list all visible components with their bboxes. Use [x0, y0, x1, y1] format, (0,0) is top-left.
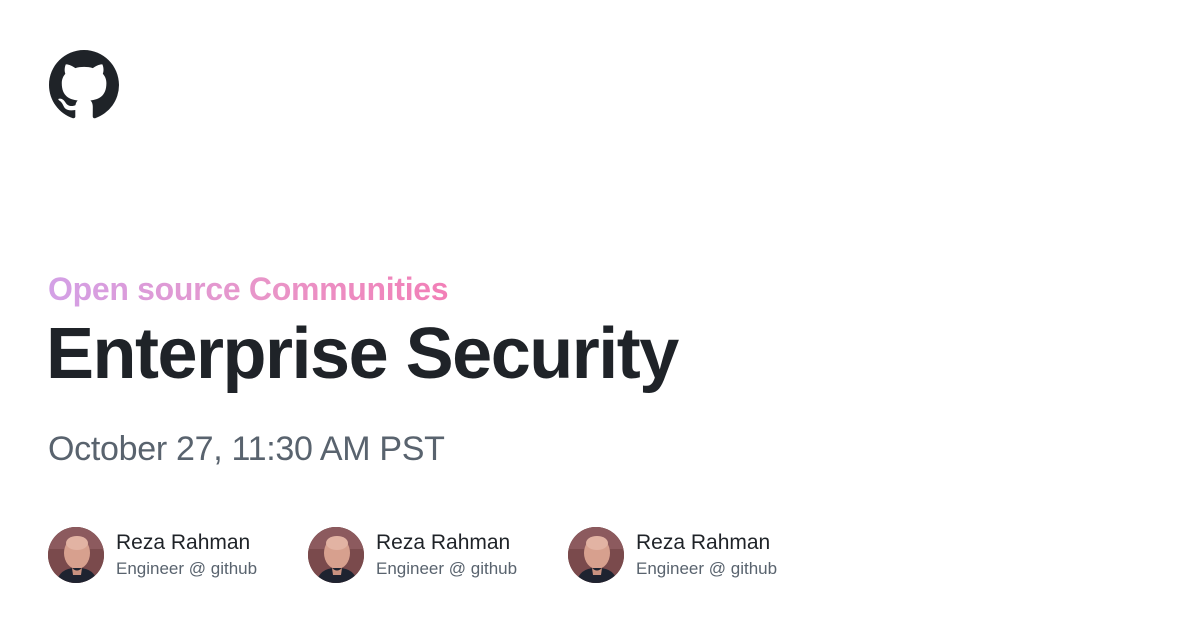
speaker-avatar	[308, 527, 364, 583]
speaker-name: Reza Rahman	[116, 531, 251, 554]
speaker-role: Engineer @ github	[376, 559, 518, 578]
speaker-name: Reza Rahman	[636, 531, 771, 554]
speaker-item: Reza Rahman Engineer @ github	[48, 527, 308, 583]
event-track: Open source Communities	[48, 271, 449, 307]
speaker-name: Reza Rahman	[376, 531, 511, 554]
speaker-list: Reza Rahman Engineer @ github Reza Rahma…	[48, 527, 828, 583]
event-card: Open source Communities Enterprise Secur…	[0, 0, 1200, 630]
speaker-item: Reza Rahman Engineer @ github	[308, 527, 568, 583]
event-datetime: October 27, 11:30 AM PST	[48, 430, 445, 468]
speaker-role: Engineer @ github	[116, 559, 258, 578]
speaker-avatar	[568, 527, 624, 583]
speaker-role: Engineer @ github	[636, 559, 778, 578]
speaker-item: Reza Rahman Engineer @ github	[568, 527, 828, 583]
event-title: Enterprise Security	[46, 314, 679, 394]
speaker-avatar	[48, 527, 104, 583]
github-logo-icon	[49, 50, 119, 120]
